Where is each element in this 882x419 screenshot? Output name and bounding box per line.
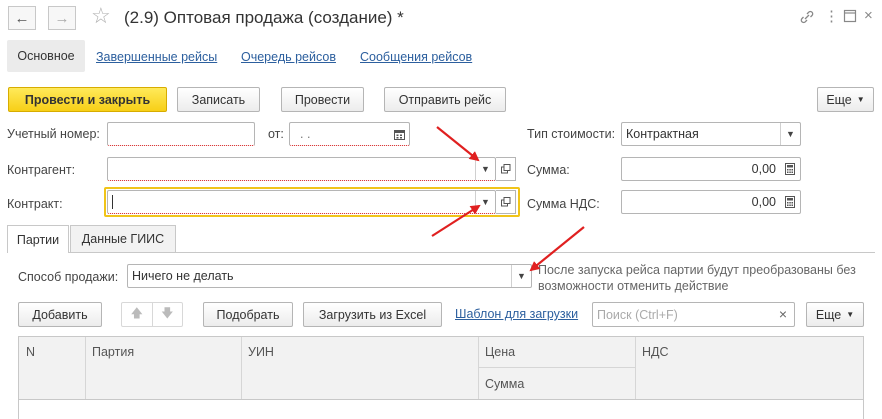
calculator-icon[interactable] [780, 158, 800, 180]
chevron-down-icon[interactable]: ▼ [780, 123, 800, 145]
save-button[interactable]: Записать [177, 87, 260, 112]
vat-sum-field[interactable]: 0,00 [621, 190, 801, 214]
column-divider [635, 337, 636, 399]
contract-label: Контракт: [7, 197, 63, 211]
more-button[interactable]: Еще ▼ [817, 87, 874, 112]
tab-main[interactable]: Основное [7, 40, 85, 72]
post-button[interactable]: Провести [281, 87, 364, 112]
calendar-icon[interactable] [389, 123, 409, 145]
sum-value: 0,00 [751, 162, 776, 176]
link-icon[interactable] [799, 9, 815, 28]
clear-search-icon[interactable]: × [779, 306, 787, 322]
maximize-icon[interactable] [843, 9, 857, 26]
forward-button[interactable]: → [48, 6, 76, 30]
arrow-to-counterparty [436, 126, 480, 162]
counterparty-label: Контрагент: [7, 163, 76, 177]
tab-trip-queue[interactable]: Очередь рейсов [241, 50, 336, 64]
sum-field[interactable]: 0,00 [621, 157, 801, 181]
sale-method-value: Ничего не делать [132, 269, 234, 283]
open-window-icon[interactable] [496, 190, 516, 214]
subtabs-divider [7, 252, 875, 253]
move-buttons: 🡅 🡇 [121, 302, 183, 327]
star-icon[interactable]: ☆ [91, 3, 111, 29]
vat-sum-label: Сумма НДС: [527, 197, 600, 211]
chevron-down-icon: ▼ [856, 95, 865, 104]
cost-type-select[interactable]: Контрактная ▼ [621, 122, 801, 146]
sale-method-hint: После запуска рейса партии будут преобра… [538, 263, 856, 293]
column-divider [478, 337, 479, 399]
pick-button[interactable]: Подобрать [203, 302, 293, 327]
chevron-down-icon: ▼ [846, 310, 855, 319]
header-bottom-border [19, 399, 863, 400]
col-uin[interactable]: УИН [241, 337, 478, 367]
account-number-label: Учетный номер: [7, 127, 100, 141]
column-divider [241, 337, 242, 399]
lots-more-label: Еще [815, 307, 842, 322]
post-and-close-button[interactable]: Провести и закрыть [8, 87, 167, 112]
arrow-down-icon[interactable]: 🡇 [153, 303, 183, 326]
chevron-down-icon[interactable]: ▼ [475, 158, 495, 180]
back-button[interactable]: ← [8, 6, 36, 30]
col-vat[interactable]: НДС [635, 337, 863, 367]
date-value: . . [300, 127, 311, 141]
calculator-icon[interactable] [780, 191, 800, 213]
load-excel-button[interactable]: Загрузить из Excel [303, 302, 442, 327]
send-trip-button[interactable]: Отправить рейс [384, 87, 506, 112]
tab-trip-messages[interactable]: Сообщения рейсов [360, 50, 472, 64]
arrow-right-icon: → [54, 9, 70, 27]
close-icon[interactable]: × [864, 7, 873, 24]
column-divider [85, 337, 86, 399]
chevron-down-icon[interactable]: ▼ [475, 191, 495, 213]
more-label: Еще [826, 92, 852, 107]
counterparty-field[interactable]: ▼ [107, 157, 496, 181]
lots-table[interactable]: N Партия УИН Цена Сумма НДС [18, 336, 864, 419]
open-window-icon[interactable] [496, 157, 516, 181]
account-number-field[interactable] [107, 122, 255, 146]
text-cursor [112, 195, 113, 209]
sum-label: Сумма: [527, 163, 570, 177]
template-link[interactable]: Шаблон для загрузки [455, 307, 578, 321]
search-input[interactable]: Поиск (Ctrl+F) × [592, 302, 795, 327]
row-divider [478, 367, 635, 368]
cost-type-value: Контрактная [626, 127, 699, 141]
vat-sum-value: 0,00 [751, 195, 776, 209]
window-title: (2.9) Оптовая продажа (создание) * [124, 8, 404, 27]
chevron-down-icon[interactable]: ▼ [511, 265, 531, 287]
contract-field[interactable]: ▼ [107, 190, 496, 214]
cost-type-label: Тип стоимости: [527, 127, 616, 141]
col-price[interactable]: Цена [478, 337, 635, 367]
tab-lots[interactable]: Партии [7, 225, 69, 253]
kebab-icon[interactable]: ⋮ [824, 7, 839, 25]
date-label: от: [268, 127, 284, 141]
date-field[interactable]: . . [289, 122, 410, 146]
tab-giis-data[interactable]: Данные ГИИС [70, 225, 176, 252]
arrow-up-icon[interactable]: 🡅 [122, 303, 153, 326]
col-lot[interactable]: Партия [85, 337, 241, 367]
arrow-left-icon: ← [14, 9, 30, 27]
sale-method-label: Способ продажи: [18, 270, 119, 284]
sale-method-select[interactable]: Ничего не делать ▼ [127, 264, 532, 288]
add-button[interactable]: Добавить [18, 302, 102, 327]
col-sum[interactable]: Сумма [478, 368, 635, 399]
search-placeholder: Поиск (Ctrl+F) [597, 308, 678, 322]
tab-completed-trips[interactable]: Завершенные рейсы [96, 50, 217, 64]
lots-more-button[interactable]: Еще ▼ [806, 302, 864, 327]
col-n[interactable]: N [19, 337, 85, 367]
